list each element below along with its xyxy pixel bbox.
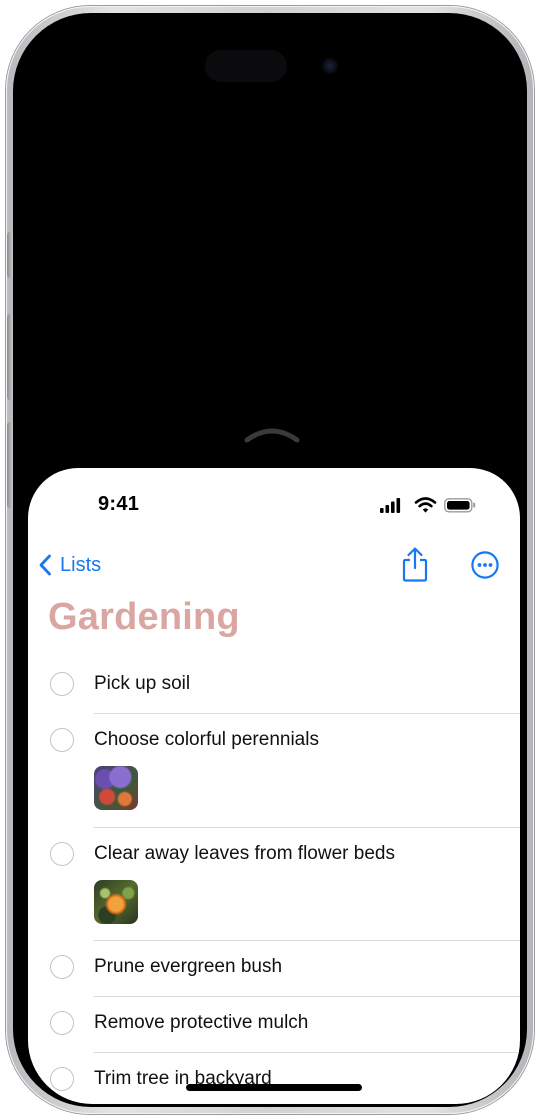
share-button[interactable] (400, 546, 430, 584)
item-text[interactable]: Prune evergreen bush (94, 956, 282, 978)
battery-icon (444, 498, 476, 513)
item-text[interactable]: Remove protective mulch (94, 1012, 308, 1034)
checkbox[interactable] (50, 955, 74, 979)
status-icons (378, 496, 500, 514)
share-icon (402, 547, 428, 582)
list-item[interactable]: Prune evergreen bush (28, 941, 520, 997)
more-button[interactable] (470, 550, 500, 580)
perennials-photo[interactable] (94, 766, 138, 810)
home-indicator[interactable] (186, 1084, 362, 1091)
reminders-list: Pick up soil Choose colorful perennials … (28, 658, 520, 1104)
chevron-up-icon[interactable] (244, 424, 300, 444)
status-bar: 9:41 (28, 468, 520, 538)
item-text[interactable]: Choose colorful perennials (94, 729, 319, 751)
signal-icon (380, 498, 401, 513)
chevron-left-icon (39, 554, 51, 576)
list-item[interactable]: Clear away leaves from flower beds (28, 828, 520, 941)
item-text[interactable]: Clear away leaves from flower beds (94, 843, 395, 865)
list-item[interactable]: Trim tree in backyard (28, 1053, 520, 1104)
reminders-sheet: 9:41 Lists Gardening Pick up soil Choose… (28, 468, 520, 1104)
back-button[interactable]: Lists (38, 548, 101, 582)
list-item[interactable]: Remove protective mulch (28, 997, 520, 1053)
list-title: Gardening (48, 596, 240, 638)
dynamic-island (205, 50, 287, 82)
navigation-bar: Lists (28, 546, 520, 586)
marigold-photo[interactable] (94, 880, 138, 924)
checkbox[interactable] (50, 728, 74, 752)
item-text[interactable]: Pick up soil (94, 673, 190, 695)
back-button-label: Lists (60, 553, 102, 576)
wifi-icon (414, 497, 437, 513)
list-item[interactable]: Pick up soil (28, 658, 520, 714)
list-item[interactable]: Choose colorful perennials (28, 714, 520, 828)
ellipsis-circle-icon (471, 551, 499, 579)
checkbox[interactable] (50, 672, 74, 696)
checkbox[interactable] (50, 842, 74, 866)
checkbox[interactable] (50, 1011, 74, 1035)
status-time: 9:41 (98, 493, 140, 515)
camera-lens (322, 58, 338, 74)
checkbox[interactable] (50, 1067, 74, 1091)
